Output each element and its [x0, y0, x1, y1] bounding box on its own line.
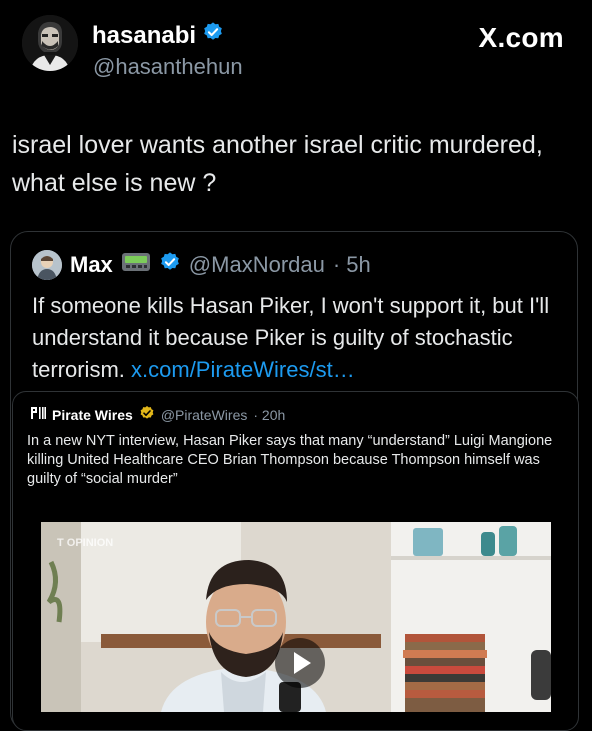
quoted-tweet-link[interactable]: x.com/PirateWires/st… — [131, 357, 355, 382]
quoted-tweet-header[interactable]: Max @MaxNordau · 5h — [32, 250, 371, 280]
nested-quoted-header[interactable]: Pirate Wires @PirateWires · 20h — [30, 405, 285, 424]
verified-badge-icon — [159, 251, 181, 279]
gold-verified-icon — [139, 405, 155, 424]
author-handle[interactable]: @hasanthehun — [93, 54, 243, 80]
quoted-author-name[interactable]: Max — [70, 252, 113, 278]
brand-watermark: X.com — [478, 22, 564, 53]
pirate-wires-logo[interactable] — [30, 406, 46, 423]
nested-author-name[interactable]: Pirate Wires — [52, 407, 133, 423]
quoted-timestamp[interactable]: · 5h — [333, 252, 371, 278]
play-button[interactable] — [275, 638, 325, 688]
nested-tweet-text: In a new NYT interview, Hasan Piker says… — [27, 433, 553, 487]
nested-author-handle[interactable]: @PirateWires — [161, 407, 248, 423]
quoted-author-handle[interactable]: @MaxNordau — [189, 252, 325, 278]
quoted-author-avatar[interactable] — [32, 250, 62, 280]
nested-timestamp[interactable]: · 20h — [253, 407, 285, 423]
author-avatar[interactable] — [22, 15, 78, 71]
author-name-row[interactable]: hasanabi — [92, 21, 224, 50]
pager-emoji-icon — [121, 251, 151, 279]
verified-badge-icon — [202, 21, 224, 50]
author-name[interactable]: hasanabi — [92, 22, 196, 50]
video-watermark: T OPINION — [57, 537, 113, 549]
video-thumbnail[interactable]: T OPINION — [41, 522, 551, 712]
tweet-text: israel lover wants another israel critic… — [12, 131, 543, 197]
quoted-tweet-text: If someone kills Hasan Piker, I won't su… — [32, 290, 562, 386]
play-icon — [294, 652, 311, 674]
